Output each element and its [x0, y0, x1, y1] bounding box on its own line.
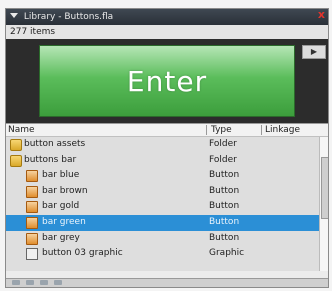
vertical-scrollbar[interactable] — [319, 137, 328, 271]
item-name: bar green — [42, 216, 86, 227]
preview-button: Enter — [39, 45, 295, 117]
item-name: bar blue — [42, 170, 80, 181]
list-item[interactable]: bar gold Button — [6, 199, 328, 215]
button-symbol-icon — [26, 201, 38, 214]
item-type: Graphic — [209, 248, 245, 259]
item-name: bar gold — [42, 201, 80, 212]
preview-area: Enter ▶ — [6, 39, 328, 123]
collapse-triangle-icon[interactable] — [10, 13, 18, 18]
button-symbol-icon — [26, 170, 38, 183]
item-type: Folder — [209, 154, 237, 165]
list-item-selected[interactable]: bar green Button — [6, 214, 328, 231]
list-item[interactable]: bar grey Button — [6, 231, 328, 247]
item-name: buttons bar — [24, 154, 77, 165]
panel-title: Library - Buttons.fla — [23, 12, 114, 22]
panel-statusbar — [6, 278, 328, 287]
item-name: bar brown — [42, 185, 88, 196]
column-type[interactable]: Type — [211, 124, 232, 136]
item-type: Button — [209, 232, 240, 243]
new-symbol-icon[interactable] — [12, 280, 20, 285]
preview-button-label: Enter — [126, 64, 208, 98]
column-header: Name Type Linkage — [6, 123, 328, 137]
item-type: Button — [209, 216, 240, 227]
play-icon[interactable]: ▶ — [302, 45, 326, 59]
item-type: Button — [209, 185, 240, 196]
item-type: Button — [209, 170, 240, 181]
list-item[interactable]: button assets Folder — [6, 137, 328, 153]
column-separator[interactable] — [206, 125, 207, 135]
close-icon[interactable]: x — [318, 9, 325, 23]
folder-icon — [10, 139, 22, 151]
panel-titlebar[interactable]: Library - Buttons.fla x — [6, 9, 328, 25]
item-type: Button — [209, 201, 240, 212]
column-linkage[interactable]: Linkage — [265, 124, 300, 136]
list-item[interactable]: buttons bar Folder — [6, 153, 328, 169]
list-item[interactable]: bar brown Button — [6, 184, 328, 200]
list-item[interactable]: bar blue Button — [6, 168, 328, 184]
item-type: Folder — [209, 139, 237, 149]
item-count: 277 items — [6, 25, 328, 39]
button-symbol-icon — [26, 185, 38, 198]
button-symbol-icon — [26, 216, 38, 229]
library-panel: Library - Buttons.fla x 277 items Enter … — [5, 8, 329, 288]
list-item[interactable]: button 03 graphic Graphic — [6, 246, 328, 262]
graphic-symbol-icon — [26, 248, 38, 261]
column-name[interactable]: Name — [8, 124, 35, 136]
properties-icon[interactable] — [40, 280, 48, 285]
column-separator[interactable] — [261, 125, 262, 135]
scrollbar-thumb[interactable] — [321, 157, 328, 219]
folder-open-icon[interactable] — [10, 154, 22, 167]
new-folder-icon[interactable] — [26, 280, 34, 285]
item-name: button assets — [24, 139, 86, 149]
library-list: button assets Folder buttons bar Folder … — [6, 137, 328, 271]
button-symbol-icon — [26, 232, 38, 245]
item-name: button 03 graphic — [42, 248, 123, 259]
delete-icon[interactable] — [54, 280, 62, 285]
item-name: bar grey — [42, 232, 80, 243]
